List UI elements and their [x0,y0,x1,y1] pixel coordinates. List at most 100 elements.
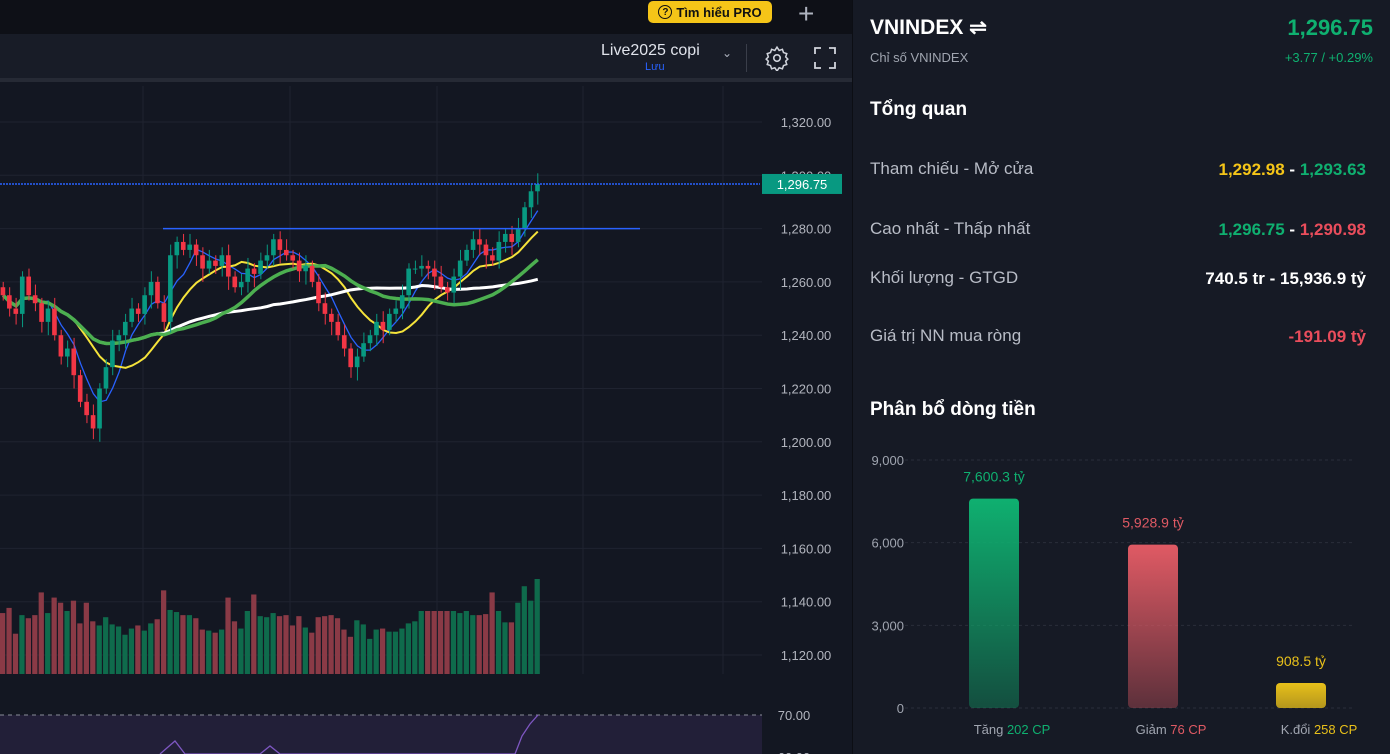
price-tick: 1,140.00 [781,595,832,610]
ref-open-label: Tham chiếu - Mở cửa [870,159,1034,178]
volume-bar [45,613,51,675]
candle-body [7,295,12,309]
flow-bar-Giảm [1128,544,1178,708]
candle-body [348,348,354,368]
volume-bar [502,622,508,675]
candle-body [168,255,173,322]
candle-body [470,239,476,250]
volume-bar [231,621,238,675]
candle-body [432,268,437,277]
candle-body [142,295,147,314]
candle-body [45,308,51,322]
candle-body [200,255,205,269]
flow-ytick: 9,000 [871,453,904,468]
layout-name[interactable]: Live2025 copi [601,42,700,60]
volume-bar [12,633,19,675]
candle-body [425,265,431,269]
candle-body [161,303,167,322]
volume-bar [341,629,347,675]
flow-bar-K.đổi [1276,682,1326,708]
help-icon: ? [658,5,673,19]
save-status[interactable]: Lưu [645,61,665,73]
candle-body [393,308,399,314]
volume-bar [173,612,180,675]
volume-bar [296,616,302,675]
volume-bar [322,616,328,675]
candle-body [515,228,521,242]
volume-bar [360,624,366,675]
candle-body [129,308,135,322]
volume-bar [38,592,44,675]
volume-bar [32,615,38,675]
candle-body [535,183,540,192]
candle-body [213,260,218,266]
fullscreen-icon[interactable] [813,46,837,70]
volume-bar [225,597,231,675]
volume-bar [528,600,534,675]
volume-bar [212,632,218,675]
candle-body [19,276,25,314]
candle-body [341,335,347,349]
candle-body [457,260,463,277]
volume-bar [154,619,160,675]
volume-bar [0,613,6,675]
volume-bar [141,630,147,675]
volume-bar [276,616,283,675]
learn-pro-button[interactable]: ? Tìm hiểu PRO [648,1,772,23]
candle-body [232,276,238,288]
candle-body [264,255,270,261]
candle-body [193,244,199,256]
volume-bar [283,615,289,675]
swap-icon[interactable]: ⇌ [969,16,987,39]
volume-bar [77,623,83,675]
volume-bar [521,586,527,675]
candle-body [367,335,373,344]
volume-bar [302,627,308,675]
volume-bar [161,590,167,675]
volume-bar [70,600,77,675]
candle-body [387,313,392,330]
volume-bar [495,611,502,675]
high-low-label: Cao nhất - Thấp nhất [870,219,1031,238]
volume-bar [354,620,360,675]
price-tick: 1,240.00 [781,328,832,343]
volume-bar [399,628,405,675]
volume-bar [534,579,540,675]
volume-bar [218,629,225,675]
candle-body [251,268,257,274]
price-tick: 1,160.00 [781,541,832,556]
candle-body [135,308,141,314]
volume-bar [135,625,141,675]
candle-body [335,321,341,336]
candle-body [290,255,296,261]
volume-bar [328,615,334,675]
add-tab-icon[interactable]: + [798,0,814,30]
candle-body [522,207,527,229]
candle-body [322,303,328,314]
candle-body [374,321,379,336]
candle-body [26,276,32,296]
candle-body [97,388,102,429]
candle-body [528,191,534,208]
candle-body [180,241,186,250]
candle-body [438,276,444,288]
volume-bar [244,611,250,675]
candle-body [245,268,250,282]
volume-bar [418,611,424,675]
flow-bar-Tăng [969,498,1019,708]
gear-icon[interactable] [764,45,790,71]
candle-body [110,340,115,368]
candle-body [174,241,180,256]
candle-body [419,265,424,269]
candle-body [13,308,19,314]
volume-bar [199,629,205,675]
candle-body [103,367,109,389]
chevron-down-icon[interactable]: ⌄ [722,46,732,60]
candle-body [399,295,405,309]
volume-bar [289,625,296,675]
price-chart[interactable]: 1,320.001,300.001,280.001,260.001,240.00… [0,86,852,754]
volume-bar [109,624,115,675]
candle-body [226,255,231,277]
price-tick: 1,200.00 [781,435,832,450]
volume-bar [515,602,521,675]
